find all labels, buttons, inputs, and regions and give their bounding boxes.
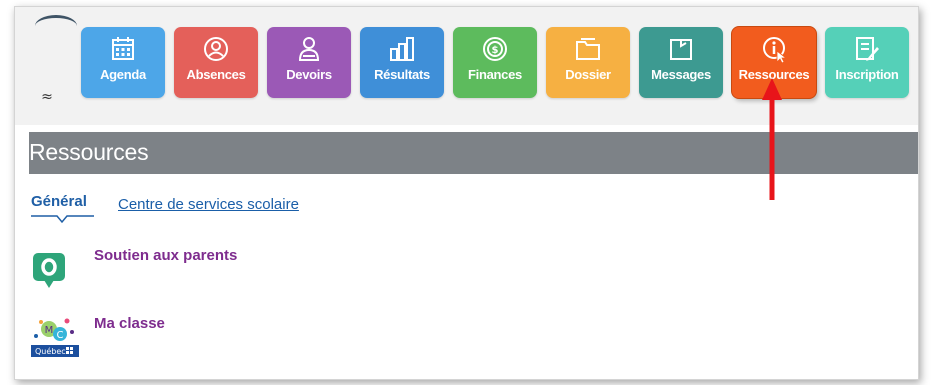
svg-text:M: M bbox=[45, 325, 54, 336]
chat-bubble-icon[interactable] bbox=[32, 252, 66, 290]
svg-text:C: C bbox=[57, 330, 64, 341]
link-ma-classe[interactable]: Ma classe bbox=[94, 315, 165, 332]
calendar-icon bbox=[112, 37, 134, 60]
tile-finances[interactable]: $ Finances bbox=[453, 27, 537, 98]
collapse-button[interactable]: ≈ bbox=[35, 87, 59, 107]
page-title: Ressources bbox=[29, 139, 149, 165]
student-icon bbox=[298, 37, 320, 61]
tile-label: Dossier bbox=[565, 67, 611, 82]
tab-centre-services[interactable]: Centre de services scolaire bbox=[118, 196, 299, 213]
tile-label: Absences bbox=[186, 67, 246, 82]
absence-icon bbox=[204, 37, 228, 61]
tile-label: Agenda bbox=[100, 67, 146, 82]
money-icon: $ bbox=[483, 37, 507, 61]
tile-label: Inscription bbox=[835, 67, 899, 82]
folder-icon bbox=[576, 38, 600, 60]
logo bbox=[35, 15, 77, 37]
tab-general[interactable]: Général bbox=[31, 193, 87, 210]
tile-label: Messages bbox=[651, 67, 711, 82]
tile-agenda[interactable]: Agenda bbox=[81, 27, 165, 98]
tile-resultats[interactable]: Résultats bbox=[360, 27, 444, 98]
annotation-arrow-icon bbox=[762, 78, 782, 200]
tile-inscription[interactable]: Inscription bbox=[825, 27, 909, 98]
tile-label: Devoirs bbox=[286, 67, 332, 82]
tile-label: Finances bbox=[468, 67, 522, 82]
bar-chart-icon bbox=[390, 37, 414, 61]
svg-text:$: $ bbox=[492, 45, 499, 56]
info-icon bbox=[763, 37, 788, 63]
tile-label: Résultats bbox=[374, 67, 430, 82]
tile-devoirs[interactable]: Devoirs bbox=[267, 27, 351, 98]
tile-dossier[interactable]: Dossier bbox=[546, 27, 630, 98]
active-tab-indicator bbox=[31, 215, 94, 224]
form-edit-icon bbox=[856, 37, 879, 61]
link-soutien-parents[interactable]: Soutien aux parents bbox=[94, 247, 237, 264]
tile-messages[interactable]: Messages bbox=[639, 27, 723, 98]
tile-absences[interactable]: Absences bbox=[174, 27, 258, 98]
quebec-badge: Québec bbox=[35, 346, 66, 356]
ma-classe-logo[interactable]: M C Québec bbox=[29, 312, 81, 358]
note-icon bbox=[670, 39, 692, 60]
